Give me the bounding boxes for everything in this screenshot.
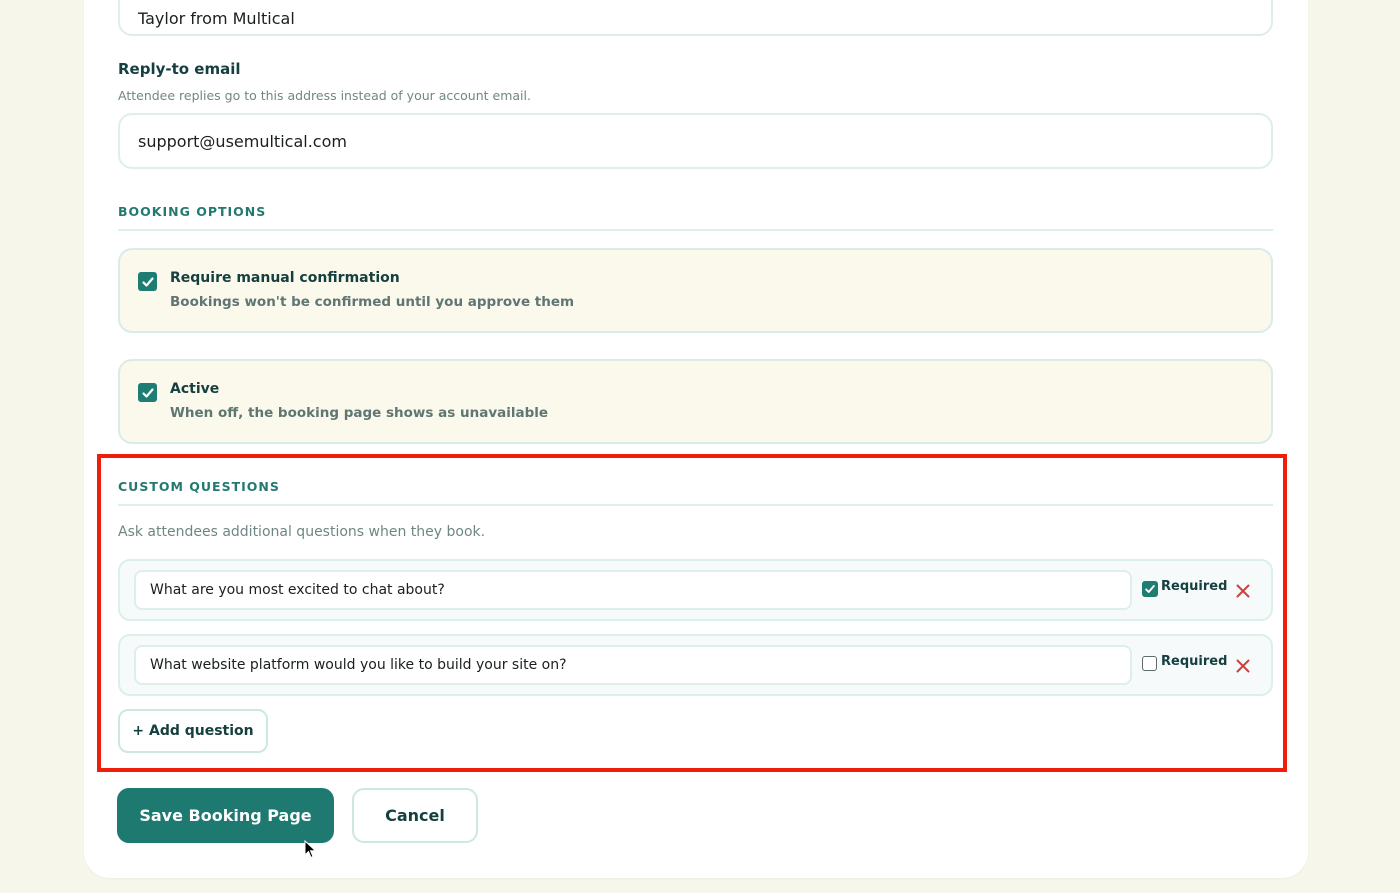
save-booking-page-button[interactable]: Save Booking Page bbox=[117, 788, 334, 843]
question-row: What are you most excited to chat about?… bbox=[118, 559, 1273, 621]
sender-name-value: Taylor from Multical bbox=[138, 8, 295, 28]
active-title: Active bbox=[170, 381, 220, 397]
reply-to-hint: Attendee replies go to this address inst… bbox=[118, 88, 531, 103]
booking-options-heading: BOOKING OPTIONS bbox=[118, 204, 1273, 231]
question-text-value: What website platform would you like to … bbox=[150, 657, 567, 673]
delete-question-icon[interactable] bbox=[1236, 659, 1250, 673]
active-description: When off, the booking page shows as unav… bbox=[170, 405, 549, 421]
reply-to-email-value: support@usemultical.com bbox=[138, 131, 347, 151]
checkmark-icon bbox=[141, 276, 154, 287]
custom-questions-heading: CUSTOM QUESTIONS bbox=[118, 479, 1273, 506]
require-confirmation-description: Bookings won't be confirmed until you ap… bbox=[170, 294, 575, 310]
question-row: What website platform would you like to … bbox=[118, 634, 1273, 696]
question-text-input[interactable]: What website platform would you like to … bbox=[134, 645, 1132, 685]
cancel-button[interactable]: Cancel bbox=[352, 788, 478, 843]
question-text-input[interactable]: What are you most excited to chat about? bbox=[134, 570, 1132, 610]
checkmark-icon bbox=[1145, 585, 1155, 593]
question-text-value: What are you most excited to chat about? bbox=[150, 582, 445, 598]
require-confirmation-checkbox[interactable] bbox=[138, 272, 157, 291]
question-required-checkbox[interactable] bbox=[1142, 581, 1158, 597]
sender-name-input[interactable]: Taylor from Multical bbox=[118, 0, 1273, 36]
question-required-label: Required bbox=[1161, 579, 1228, 594]
question-required-label: Required bbox=[1161, 654, 1228, 669]
question-required-checkbox[interactable] bbox=[1142, 656, 1157, 671]
checkmark-icon bbox=[141, 387, 154, 398]
active-checkbox[interactable] bbox=[138, 383, 157, 402]
reply-to-label: Reply-to email bbox=[118, 60, 241, 78]
custom-questions-description: Ask attendees additional questions when … bbox=[118, 524, 486, 540]
delete-question-icon[interactable] bbox=[1236, 584, 1250, 598]
option-active[interactable]: Active When off, the booking page shows … bbox=[118, 359, 1273, 444]
reply-to-email-input[interactable]: support@usemultical.com bbox=[118, 113, 1273, 169]
require-confirmation-title: Require manual confirmation bbox=[170, 270, 400, 286]
mouse-cursor-icon bbox=[304, 840, 317, 859]
option-require-confirmation[interactable]: Require manual confirmation Bookings won… bbox=[118, 248, 1273, 333]
add-question-button[interactable]: + Add question bbox=[118, 709, 268, 753]
